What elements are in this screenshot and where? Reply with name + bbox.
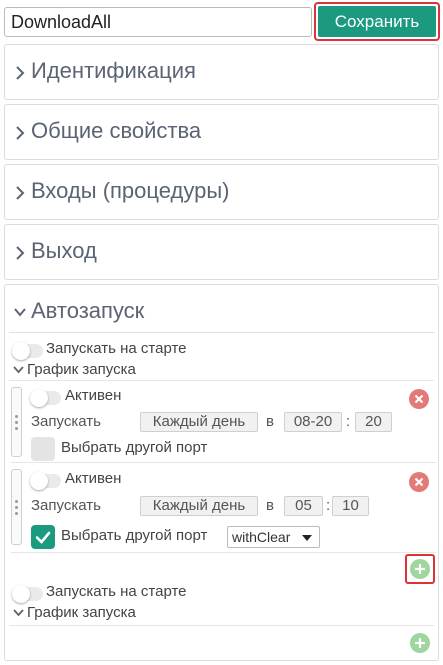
toggle-knob — [30, 389, 48, 407]
run-label: Запускать — [31, 413, 101, 430]
chevron-right-icon — [16, 186, 25, 200]
chevron-down-icon[interactable] — [13, 366, 24, 374]
run-on-start-toggle[interactable] — [12, 585, 43, 603]
chevron-right-icon — [16, 246, 25, 260]
close-icon — [414, 477, 424, 487]
panel-output[interactable]: Выход — [4, 224, 439, 280]
time-separator: : — [326, 497, 331, 514]
panel-autostart: Автозапуск Запускать на старте График за… — [4, 284, 439, 661]
active-toggle[interactable] — [30, 472, 61, 490]
at-label: в — [266, 413, 274, 430]
schedule-job: Активен Запускать Каждый день в 08-20 : … — [11, 383, 436, 463]
chevron-right-icon — [16, 66, 25, 80]
other-port-checkbox[interactable] — [31, 437, 55, 461]
hour-input[interactable]: 05 — [284, 496, 323, 516]
chevron-right-icon — [16, 126, 25, 140]
frequency-select[interactable]: Каждый день — [140, 496, 258, 516]
schedule-label[interactable]: График запуска — [27, 604, 136, 621]
add-job-button[interactable] — [410, 559, 430, 579]
frequency-select[interactable]: Каждый день — [140, 412, 258, 432]
check-icon — [35, 531, 51, 544]
drag-handle[interactable] — [11, 387, 22, 457]
chevron-down-icon — [302, 535, 312, 541]
panel-identification[interactable]: Идентификация — [4, 44, 439, 100]
minute-input[interactable]: 10 — [332, 496, 369, 516]
chevron-down-icon[interactable] — [13, 609, 24, 617]
plus-icon — [415, 638, 425, 648]
panel-inputs[interactable]: Входы (процедуры) — [4, 164, 439, 220]
plus-icon — [415, 564, 425, 574]
name-input[interactable] — [4, 7, 312, 37]
at-label: в — [266, 497, 274, 514]
delete-job-button[interactable] — [409, 472, 429, 492]
toggle-knob — [30, 472, 48, 490]
chevron-down-icon[interactable] — [13, 307, 27, 317]
panel-title: Идентификация — [31, 58, 196, 83]
divider — [9, 625, 434, 626]
save-button-highlight: Сохранить — [314, 2, 440, 41]
run-on-start-toggle[interactable] — [12, 342, 43, 360]
run-on-start-label: Запускать на старте — [46, 583, 187, 600]
port-select-value: withClear — [232, 529, 291, 545]
hour-input[interactable]: 08-20 — [284, 412, 342, 432]
other-port-label: Выбрать другой порт — [61, 439, 208, 456]
active-toggle[interactable] — [30, 389, 61, 407]
add-schedule-button[interactable] — [410, 633, 430, 653]
add-job-button-highlight — [405, 554, 435, 584]
time-separator: : — [346, 413, 351, 430]
panel-title: Выход — [31, 238, 97, 263]
panel-title: Входы (процедуры) — [31, 178, 230, 203]
active-label: Активен — [65, 387, 122, 404]
run-on-start-label: Запускать на старте — [46, 340, 187, 357]
panel-title: Общие свойства — [31, 118, 202, 143]
port-select[interactable]: withClear — [227, 526, 320, 548]
save-button[interactable]: Сохранить — [318, 6, 436, 37]
schedule-job: Активен Запускать Каждый день в 05 : 10 … — [11, 465, 436, 553]
toggle-knob — [12, 342, 30, 360]
divider — [9, 380, 434, 381]
minute-input[interactable]: 20 — [355, 412, 392, 432]
toggle-knob — [12, 585, 30, 603]
top-bar: Сохранить — [0, 0, 443, 44]
other-port-checkbox[interactable] — [31, 525, 55, 549]
delete-job-button[interactable] — [409, 389, 429, 409]
close-icon — [414, 394, 424, 404]
schedule-label[interactable]: График запуска — [27, 361, 136, 378]
divider — [9, 332, 434, 333]
run-label: Запускать — [31, 497, 101, 514]
active-label: Активен — [65, 470, 122, 487]
panel-general-properties[interactable]: Общие свойства — [4, 104, 439, 160]
other-port-label: Выбрать другой порт — [61, 527, 208, 544]
panel-title[interactable]: Автозапуск — [31, 298, 144, 324]
drag-handle[interactable] — [11, 469, 22, 545]
